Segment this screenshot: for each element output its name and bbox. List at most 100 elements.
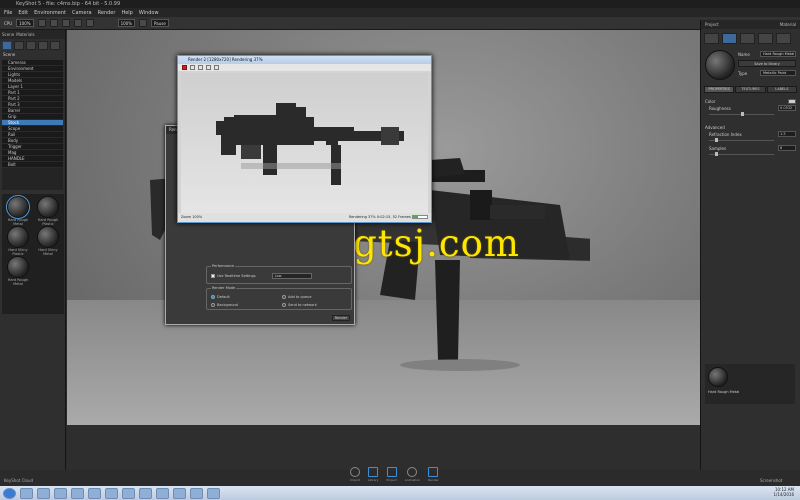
environment-icon[interactable] bbox=[740, 33, 755, 44]
material-label: Hard Rough Metal bbox=[7, 218, 29, 226]
material-library-preview: Hard Rough Metal bbox=[705, 364, 795, 404]
window-title: KeyShot 5 - file: c4ms.bip - 64 bit - 5.… bbox=[0, 0, 800, 8]
pause-icon[interactable] bbox=[37, 19, 46, 27]
fit-icon[interactable] bbox=[206, 65, 211, 70]
render-button[interactable]: Render bbox=[332, 315, 350, 321]
taskbar-app-icon[interactable] bbox=[20, 487, 33, 499]
samples-slider[interactable]: Samples 8 bbox=[701, 145, 800, 159]
scene-tree-item[interactable]: Bolt bbox=[2, 162, 63, 168]
taskbar-app-icon[interactable] bbox=[71, 487, 84, 499]
realtime-checkbox[interactable] bbox=[211, 274, 215, 278]
settings-icon[interactable] bbox=[50, 41, 60, 50]
import-icon bbox=[350, 467, 360, 477]
library-icon bbox=[368, 467, 379, 477]
render-progress-bar bbox=[412, 215, 428, 219]
menu-file[interactable]: File bbox=[4, 10, 12, 16]
cpu-field[interactable]: 100% bbox=[16, 19, 34, 27]
project-button[interactable]: Project bbox=[387, 467, 397, 482]
color-label: Color bbox=[705, 98, 716, 104]
taskbar-app-icon[interactable] bbox=[105, 487, 118, 499]
right-panel: Project Material Name Hard Rough Metal Sa… bbox=[700, 20, 800, 470]
pause-icon[interactable] bbox=[190, 65, 195, 70]
tab-scene[interactable]: Scene bbox=[2, 32, 14, 37]
menu-bar: File Edit Environment Camera Render Help… bbox=[0, 8, 800, 17]
start-icon[interactable] bbox=[3, 487, 16, 499]
radio-default[interactable]: Default bbox=[211, 295, 230, 299]
zoom-field[interactable]: 100% bbox=[117, 19, 136, 27]
material-sphere bbox=[7, 256, 29, 278]
scene-icon[interactable] bbox=[704, 33, 719, 44]
keyshot-cloud-label[interactable]: KeyShot Cloud bbox=[4, 478, 33, 483]
material-thumbnail[interactable]: Hard Rough Metal bbox=[4, 256, 32, 286]
taskbar-app-icon[interactable] bbox=[54, 487, 67, 499]
material-icon[interactable] bbox=[14, 41, 24, 50]
menu-edit[interactable]: Edit bbox=[18, 10, 28, 16]
color-swatch[interactable] bbox=[788, 98, 796, 104]
bottom-bar bbox=[67, 425, 700, 470]
radio-add-to-queue[interactable]: Add to queue bbox=[282, 295, 311, 299]
menu-help[interactable]: Help bbox=[121, 10, 132, 16]
quality-field[interactable]: Low bbox=[271, 273, 312, 279]
taskbar-app-icon[interactable] bbox=[122, 487, 135, 499]
library-material-sphere[interactable] bbox=[708, 367, 728, 387]
taskbar-app-icon[interactable] bbox=[88, 487, 101, 499]
performance-icon[interactable] bbox=[49, 19, 58, 27]
tab-properties[interactable]: PROPERTIES bbox=[704, 86, 735, 93]
material-thumbnail[interactable]: Hard Shiny Plastic bbox=[4, 226, 32, 256]
taskbar-app-icon[interactable] bbox=[190, 487, 203, 499]
zoom-icon[interactable] bbox=[214, 65, 219, 70]
menu-window[interactable]: Window bbox=[139, 10, 159, 16]
animation-button[interactable]: Animation bbox=[405, 467, 420, 482]
material-label: Hard Shiny Metal bbox=[38, 248, 58, 256]
menu-render[interactable]: Render bbox=[98, 10, 116, 16]
camera-icon[interactable] bbox=[61, 19, 70, 27]
import-button[interactable]: Import bbox=[350, 467, 360, 482]
perspective-icon[interactable] bbox=[139, 19, 148, 27]
tab-material[interactable]: Material bbox=[780, 22, 796, 27]
advanced-label[interactable]: Advanced bbox=[705, 125, 725, 130]
material-thumbnail[interactable]: Hard Rough Plastic bbox=[34, 196, 62, 226]
refraction-field[interactable]: 1.5 bbox=[778, 131, 796, 137]
taskbar-app-icon[interactable] bbox=[173, 487, 186, 499]
refraction-slider[interactable]: Refraction Index 1.5 bbox=[701, 131, 800, 145]
taskbar-app-icon[interactable] bbox=[37, 487, 50, 499]
save-icon[interactable] bbox=[198, 65, 203, 70]
tab-labels[interactable]: LABELS bbox=[766, 86, 797, 93]
taskbar-app-icon[interactable] bbox=[139, 487, 152, 499]
save-to-library-button[interactable]: Save to library bbox=[738, 60, 796, 67]
type-dropdown[interactable]: Metallic Paint bbox=[760, 70, 796, 76]
render-mode-field[interactable]: Pause bbox=[151, 19, 169, 27]
samples-label: Samples bbox=[709, 146, 727, 151]
menu-environment[interactable]: Environment bbox=[34, 10, 66, 16]
scene-icon[interactable] bbox=[2, 41, 12, 50]
stop-icon[interactable] bbox=[182, 65, 187, 70]
system-clock[interactable]: 10:12 AM 1/14/2016 bbox=[773, 487, 794, 497]
name-field[interactable]: Hard Rough Metal bbox=[760, 51, 796, 57]
roughness-field[interactable]: 0.0532 bbox=[778, 105, 796, 111]
bottom-toolbar: Import Library Project Animation Render bbox=[350, 467, 439, 482]
camera-icon[interactable] bbox=[758, 33, 773, 44]
material-thumbnail[interactable]: Hard Rough Metal bbox=[4, 195, 32, 226]
radio-icon bbox=[282, 303, 286, 307]
material-icon[interactable] bbox=[722, 33, 737, 44]
render-button-bottom[interactable]: Render bbox=[428, 467, 439, 482]
tumble-icon[interactable] bbox=[73, 19, 82, 27]
camera-icon[interactable] bbox=[38, 41, 48, 50]
tab-project[interactable]: Project bbox=[705, 22, 719, 27]
radio-background[interactable]: Background bbox=[211, 303, 238, 307]
radio-send-to-network[interactable]: Send to network bbox=[282, 303, 317, 307]
taskbar-app-icon[interactable] bbox=[156, 487, 169, 499]
pan-icon[interactable] bbox=[85, 19, 94, 27]
samples-field[interactable]: 8 bbox=[778, 145, 796, 151]
tab-materials[interactable]: Materials bbox=[16, 32, 34, 37]
environment-icon[interactable] bbox=[26, 41, 36, 50]
material-sphere bbox=[7, 226, 29, 248]
library-button[interactable]: Library bbox=[368, 467, 379, 482]
settings-icon[interactable] bbox=[776, 33, 791, 44]
material-thumbnail[interactable]: Hard Shiny Metal bbox=[34, 226, 62, 256]
tab-textures[interactable]: TEXTURES bbox=[735, 86, 766, 93]
menu-camera[interactable]: Camera bbox=[72, 10, 92, 16]
roughness-slider[interactable]: Roughness 0.0532 bbox=[701, 105, 800, 119]
taskbar-app-icon[interactable] bbox=[207, 487, 220, 499]
screenshot-label[interactable]: Screenshot bbox=[760, 478, 782, 483]
